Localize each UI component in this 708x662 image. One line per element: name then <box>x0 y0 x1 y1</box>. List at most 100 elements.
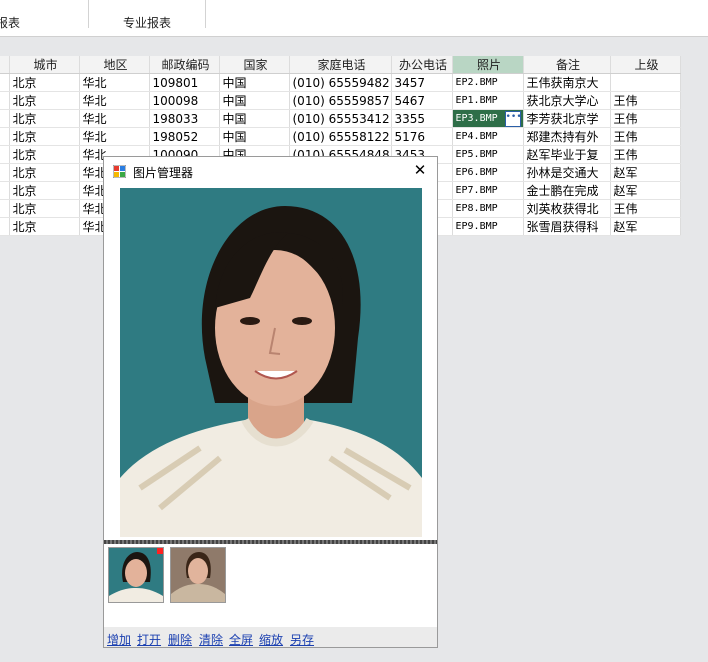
row-indicator[interactable] <box>0 145 10 164</box>
table-row[interactable]: 北京 华北 109801 中国 (010) 65559482 3457 EP2.BMP 王伟获… <box>0 73 681 92</box>
row-indicator[interactable] <box>0 127 10 146</box>
cell-photo[interactable]: EP9.BMP <box>452 217 524 236</box>
cell-manager[interactable]: 赵军 <box>610 217 681 236</box>
cell-photo[interactable]: EP6.BMP <box>452 163 524 182</box>
cell-city[interactable]: 北京 <box>9 127 80 146</box>
cell-photo[interactable]: EP7.BMP <box>452 181 524 200</box>
cell-photo[interactable]: EP4.BMP <box>452 127 524 146</box>
cell-home-phone[interactable]: (010) 65559482 <box>289 73 392 92</box>
column-header-home-phone[interactable]: 家庭电话 <box>289 56 392 74</box>
cell-country[interactable]: 中国 <box>219 127 290 146</box>
column-header-photo[interactable]: 照片 <box>452 56 524 74</box>
cell-notes[interactable]: 获北京大学心 <box>523 91 611 110</box>
cell-notes[interactable]: 赵军毕业于复 <box>523 145 611 164</box>
row-indicator[interactable] <box>0 217 10 236</box>
cell-home-phone[interactable]: (010) 65558122 <box>289 127 392 146</box>
cell-home-phone[interactable]: (010) 65559857 <box>289 91 392 110</box>
column-header-manager[interactable]: 上级 <box>610 56 681 74</box>
row-indicator[interactable] <box>0 199 10 218</box>
grid-header-row: 城市 地区 邮政编码 国家 家庭电话 办公电话 照片 备注 上级 <box>0 56 681 74</box>
ellipsis-icon[interactable]: ••• <box>504 111 522 127</box>
row-indicator[interactable] <box>0 109 10 128</box>
column-header-office-phone[interactable]: 办公电话 <box>391 56 453 74</box>
cell-manager[interactable]: 王伟 <box>610 109 681 128</box>
dialog-titlebar[interactable]: 图片管理器 ✕ <box>104 157 437 185</box>
picture-manager-dialog: 图片管理器 ✕ 增加 打开 删除 清除 全屏 缩放 另存 <box>103 156 438 648</box>
cell-city[interactable]: 北京 <box>9 145 80 164</box>
cell-photo[interactable]: EP2.BMP <box>452 73 524 92</box>
cell-photo[interactable]: EP3.BMP ••• <box>452 109 524 128</box>
cell-photo[interactable]: EP8.BMP <box>452 199 524 218</box>
ribbon-group-pro-reports-label: 专业报表 <box>123 16 172 30</box>
cell-manager[interactable] <box>610 73 681 92</box>
cell-region[interactable]: 华北 <box>79 73 150 92</box>
cell-office-phone[interactable]: 5467 <box>391 91 453 110</box>
cell-city[interactable]: 北京 <box>9 199 80 218</box>
cell-notes[interactable]: 王伟获南京大 <box>523 73 611 92</box>
ribbon-group-pro-reports[interactable]: 专业报表 <box>89 0 205 36</box>
table-row[interactable]: 北京 华北 198033 中国 (010) 65553412 3355 EP3.BMP •••… <box>0 109 681 128</box>
row-indicator[interactable] <box>0 73 10 92</box>
table-row[interactable]: 北京 华北 100098 中国 (010) 65559857 5467 EP1.BMP 获北京… <box>0 91 681 110</box>
column-header-region[interactable]: 地区 <box>79 56 150 74</box>
cell-country[interactable]: 中国 <box>219 109 290 128</box>
cell-manager[interactable]: 王伟 <box>610 127 681 146</box>
thumbnail-strip <box>104 544 437 628</box>
cell-postal-code[interactable]: 198033 <box>149 109 220 128</box>
picture-manager-icon <box>113 165 126 178</box>
cell-manager[interactable]: 王伟 <box>610 91 681 110</box>
cell-office-phone[interactable]: 3457 <box>391 73 453 92</box>
save-as-link[interactable]: 另存 <box>290 631 314 648</box>
cell-city[interactable]: 北京 <box>9 163 80 182</box>
column-header-notes[interactable]: 备注 <box>523 56 611 74</box>
row-indicator[interactable] <box>0 163 10 182</box>
cell-postal-code[interactable]: 100098 <box>149 91 220 110</box>
cell-city[interactable]: 北京 <box>9 73 80 92</box>
cell-region[interactable]: 华北 <box>79 127 150 146</box>
cell-notes[interactable]: 刘英枚获得北 <box>523 199 611 218</box>
cell-city[interactable]: 北京 <box>9 91 80 110</box>
cell-notes[interactable]: 李芳获北京学 <box>523 109 611 128</box>
cell-notes[interactable]: 郑建杰持有外 <box>523 127 611 146</box>
cell-region[interactable]: 华北 <box>79 91 150 110</box>
close-icon[interactable]: ✕ <box>411 161 429 179</box>
thumbnail-1[interactable] <box>108 547 164 603</box>
thumbnail-2[interactable] <box>170 547 226 603</box>
fullscreen-link[interactable]: 全屏 <box>229 631 253 648</box>
ribbon: 报表 专业报表 <box>0 0 708 37</box>
cell-manager[interactable]: 赵军 <box>610 163 681 182</box>
open-link[interactable]: 打开 <box>137 631 161 648</box>
cell-office-phone[interactable]: 3355 <box>391 109 453 128</box>
table-row[interactable]: 北京 华北 198052 中国 (010) 65558122 5176 EP4.BMP 郑建杰… <box>0 127 681 146</box>
zoom-link[interactable]: 缩放 <box>259 631 283 648</box>
cell-city[interactable]: 北京 <box>9 181 80 200</box>
thumbnail-image <box>171 548 225 602</box>
cell-country[interactable]: 中国 <box>219 73 290 92</box>
cell-postal-code[interactable]: 109801 <box>149 73 220 92</box>
row-indicator[interactable] <box>0 91 10 110</box>
cell-country[interactable]: 中国 <box>219 91 290 110</box>
cell-photo[interactable]: EP5.BMP <box>452 145 524 164</box>
cell-manager[interactable]: 王伟 <box>610 145 681 164</box>
cell-postal-code[interactable]: 198052 <box>149 127 220 146</box>
ribbon-group-reports[interactable]: 报表 <box>0 0 88 36</box>
cell-manager[interactable]: 赵军 <box>610 181 681 200</box>
cell-notes[interactable]: 张雪眉获得科 <box>523 217 611 236</box>
cell-notes[interactable]: 金士鹏在完成 <box>523 181 611 200</box>
photo-preview[interactable] <box>120 188 422 537</box>
cell-office-phone[interactable]: 5176 <box>391 127 453 146</box>
cell-city[interactable]: 北京 <box>9 109 80 128</box>
clear-link[interactable]: 清除 <box>199 631 223 648</box>
delete-link[interactable]: 删除 <box>168 631 192 648</box>
cell-home-phone[interactable]: (010) 65553412 <box>289 109 392 128</box>
cell-notes[interactable]: 孙林是交通大 <box>523 163 611 182</box>
column-header-postal-code[interactable]: 邮政编码 <box>149 56 220 74</box>
cell-photo[interactable]: EP1.BMP <box>452 91 524 110</box>
cell-region[interactable]: 华北 <box>79 109 150 128</box>
column-header-country[interactable]: 国家 <box>219 56 290 74</box>
row-indicator[interactable] <box>0 181 10 200</box>
cell-manager[interactable]: 王伟 <box>610 199 681 218</box>
cell-city[interactable]: 北京 <box>9 217 80 236</box>
add-link[interactable]: 增加 <box>107 631 131 648</box>
column-header-city[interactable]: 城市 <box>9 56 80 74</box>
